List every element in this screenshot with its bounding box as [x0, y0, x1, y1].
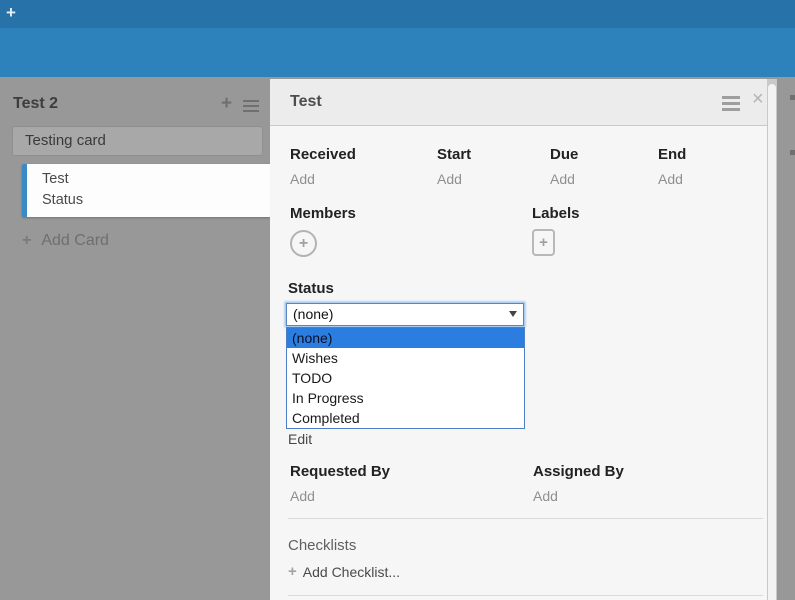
received-add-link[interactable]: Add [290, 171, 315, 187]
card-detail-panel: Test × Received Add Start Add Due Add En… [270, 79, 777, 600]
start-add-link[interactable]: Add [437, 171, 462, 187]
chevron-down-icon [509, 311, 517, 317]
status-option-in-progress[interactable]: In Progress [287, 388, 524, 408]
assigned-by-label: Assigned By [533, 463, 624, 480]
divider [288, 518, 763, 519]
due-add-link[interactable]: Add [550, 171, 575, 187]
checklists-label: Checklists [288, 537, 356, 554]
assigned-by-add-link[interactable]: Add [533, 488, 558, 504]
list-title[interactable]: Test 2 [13, 95, 58, 113]
status-option-todo[interactable]: TODO [287, 368, 524, 388]
add-checklist-button[interactable]: + Add Checklist... [288, 563, 400, 580]
scrollbar-thumb[interactable] [768, 84, 776, 600]
top-navbar: + [0, 0, 795, 28]
plus-icon: + [22, 232, 31, 250]
plus-icon: + [288, 563, 297, 580]
requested-by-add-link[interactable]: Add [290, 488, 315, 504]
add-card-button[interactable]: + Add Card [22, 232, 109, 250]
requested-by-label: Requested By [290, 463, 390, 480]
status-option-none[interactable]: (none) [287, 328, 524, 348]
status-select[interactable]: (none) [286, 303, 524, 326]
board-header-bar [0, 28, 795, 77]
status-option-wishes[interactable]: Wishes [287, 348, 524, 368]
add-label-button[interactable]: + [532, 229, 555, 256]
list-menu-icon[interactable] [243, 100, 259, 115]
add-checklist-label: Add Checklist... [303, 564, 400, 580]
scrollbar[interactable] [767, 79, 777, 600]
add-card-label: Add Card [41, 232, 109, 250]
status-edit-link[interactable]: Edit [288, 431, 312, 447]
received-label: Received [290, 146, 356, 163]
divider [288, 595, 763, 596]
card-menu-icon[interactable] [722, 96, 740, 114]
due-label: Due [550, 146, 578, 163]
end-label: End [658, 146, 686, 163]
status-selected-value: (none) [293, 306, 333, 322]
minicard-line: Status [42, 190, 270, 211]
list-add-card-icon[interactable]: + [221, 93, 232, 115]
card-detail-header: Test × [270, 79, 777, 126]
members-label: Members [290, 205, 356, 222]
add-board-icon[interactable]: + [6, 3, 16, 23]
start-label: Start [437, 146, 471, 163]
status-option-completed[interactable]: Completed [287, 408, 524, 428]
close-icon[interactable]: × [752, 89, 764, 109]
clipped-list-icon [790, 95, 795, 100]
add-member-button[interactable]: + [290, 230, 317, 257]
minicard-testing-card[interactable]: Testing card [12, 126, 263, 156]
end-add-link[interactable]: Add [658, 171, 683, 187]
status-label: Status [288, 280, 334, 297]
clipped-list-icon [790, 150, 795, 155]
status-dropdown-list: (none) Wishes TODO In Progress Completed [286, 327, 525, 429]
minicard-line: Test [42, 169, 270, 190]
card-title[interactable]: Test [290, 93, 322, 111]
minicard-selected[interactable]: Test Status [22, 164, 270, 217]
labels-label: Labels [532, 205, 580, 222]
